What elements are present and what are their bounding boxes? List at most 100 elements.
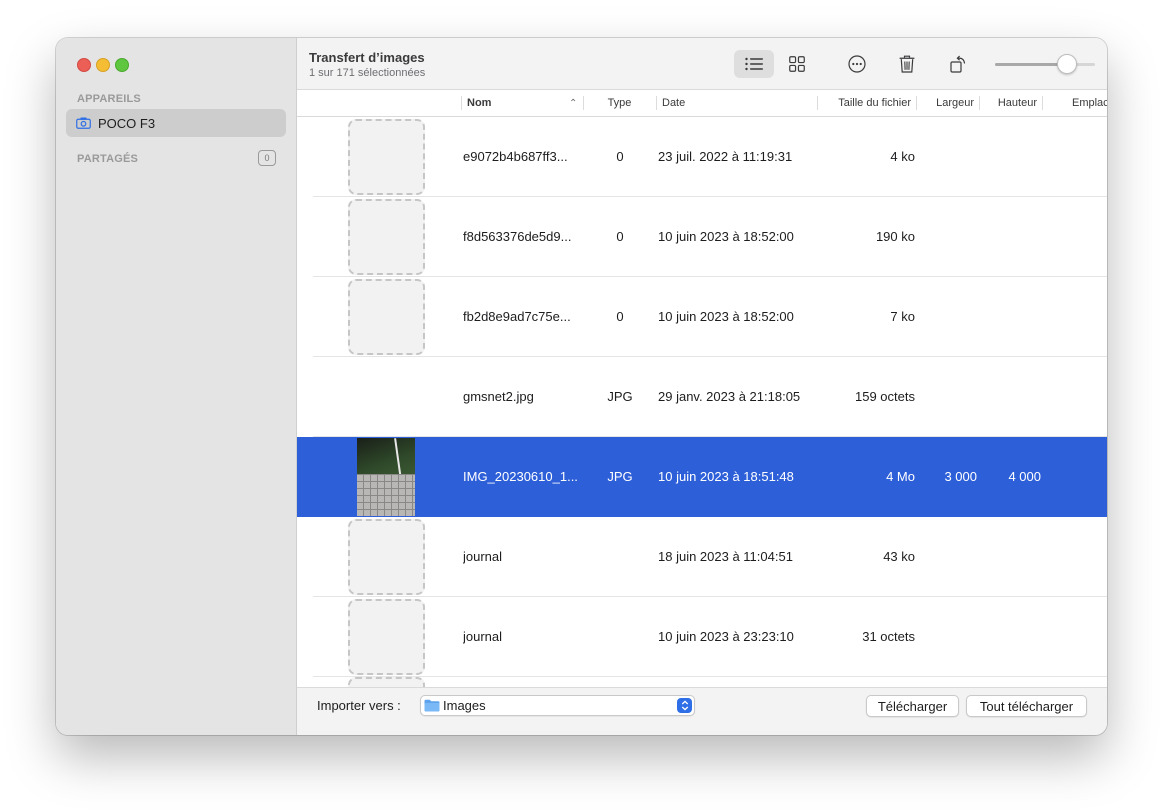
delete-button[interactable] <box>887 50 927 78</box>
image-width <box>919 197 977 277</box>
zoom-window-button[interactable] <box>115 58 129 72</box>
file-type: 0 <box>616 309 624 324</box>
column-header-name[interactable]: Nom ⌃ <box>461 90 583 116</box>
image-height <box>981 357 1041 437</box>
column-header-location[interactable]: Emplac <box>1042 90 1107 116</box>
sidebar-item-device[interactable]: POCO F3 <box>66 109 286 137</box>
list-view-icon <box>745 57 763 71</box>
file-size: 159 octets <box>855 389 915 404</box>
table-row[interactable]: fb2d8e9ad7c75e... 0 10 juin 2023 à 18:52:0… <box>297 277 1107 357</box>
image-height <box>981 597 1041 677</box>
rotate-icon <box>950 55 966 73</box>
file-name: gmsnet2.jpg <box>463 389 534 404</box>
sidebar: APPAREILS POCO F3 PARTAGÉS 0 <box>56 38 297 735</box>
file-size: 43 ko <box>883 549 915 564</box>
image-width <box>919 597 977 677</box>
file-date: 10 juin 2023 à 18:52:00 <box>658 309 794 324</box>
file-date: 18 juin 2023 à 11:04:51 <box>658 549 793 564</box>
chevron-up-down-icon <box>677 698 692 713</box>
import-destination-select[interactable]: Images <box>420 695 695 716</box>
image-width <box>919 357 977 437</box>
devices-heading: APPAREILS <box>77 93 141 105</box>
file-date: 23 juil. 2022 à 11:19:31 <box>658 149 793 164</box>
file-size: 190 ko <box>875 229 915 244</box>
column-header-type[interactable]: Type <box>583 90 656 116</box>
thumbnail-size-slider[interactable] <box>995 54 1095 74</box>
phone-camera-icon <box>76 117 91 129</box>
file-name: journal <box>463 549 503 564</box>
device-name-label: POCO F3 <box>98 115 156 131</box>
grid-view-button[interactable] <box>777 50 817 78</box>
table-row[interactable]: gmsnet2.jpg JPG 29 janv. 2023 à 21:18:05 15… <box>297 357 1107 437</box>
window-title: Transfert d’images <box>309 50 425 65</box>
import-destination-label: Importer vers : <box>317 698 401 713</box>
file-date: 10 juin 2023 à 18:51:48 <box>658 469 794 484</box>
trash-icon <box>899 55 915 73</box>
image-height: 4 000 <box>1008 469 1041 484</box>
more-options-button[interactable] <box>837 50 877 78</box>
file-name: journal <box>463 629 503 644</box>
close-window-button[interactable] <box>77 58 91 72</box>
download-button[interactable]: Télécharger <box>866 695 959 717</box>
file-size: 4 Mo <box>886 469 915 484</box>
shared-heading: PARTAGÉS <box>77 153 139 165</box>
image-width <box>919 117 977 197</box>
file-date: 10 juin 2023 à 23:23:10 <box>658 629 794 644</box>
selection-count: 1 sur 171 sélectionnées <box>309 67 426 79</box>
image-height <box>981 277 1041 357</box>
sort-ascending-icon: ⌃ <box>569 98 578 109</box>
file-date: 10 juin 2023 à 18:52:00 <box>658 229 794 244</box>
file-size: 4 ko <box>890 149 915 164</box>
image-height <box>981 197 1041 277</box>
table-row[interactable]: f8d563376de5d9... 0 10 juin 2023 à 18:52:0… <box>297 197 1107 277</box>
file-type <box>587 597 653 677</box>
file-type: 0 <box>616 229 624 244</box>
file-type: JPG <box>607 469 633 484</box>
file-name: f8d563376de5d9... <box>463 229 572 244</box>
column-header-width[interactable]: Largeur <box>916 90 979 116</box>
thumbnail-placeholder <box>348 677 425 687</box>
column-header-size[interactable]: Taille du fichier <box>817 90 916 116</box>
main-content: Transfert d’images 1 sur 171 sélectionné… <box>297 38 1107 735</box>
image-capture-window: APPAREILS POCO F3 PARTAGÉS 0 Transfert d… <box>56 38 1107 735</box>
more-options-icon <box>848 55 866 73</box>
image-height <box>981 117 1041 197</box>
image-height <box>981 517 1041 597</box>
table-row[interactable]: IMG_20230610_1... JPG 10 juin 2023 à 18:51… <box>297 437 1107 517</box>
import-bar: Importer vers : Images Télécharger Tout … <box>297 687 1107 735</box>
file-type: JPG <box>607 389 633 404</box>
file-size: 31 octets <box>862 629 915 644</box>
file-type <box>587 517 653 597</box>
thumbnail-placeholder <box>348 519 425 595</box>
file-type: 0 <box>616 149 624 164</box>
table-row[interactable]: journal 18 juin 2023 à 11:04:51 43 ko <box>297 517 1107 597</box>
table-row[interactable]: journal 10 juin 2023 à 23:23:10 31 octets <box>297 597 1107 677</box>
table-row[interactable] <box>297 677 1107 687</box>
minimize-window-button[interactable] <box>96 58 110 72</box>
column-header-date[interactable]: Date <box>656 90 817 116</box>
file-table: Nom ⌃ Type Date Taille du fichier Largeu… <box>297 90 1107 687</box>
image-width <box>919 277 977 357</box>
file-name: e9072b4b687ff3... <box>463 149 568 164</box>
shared-count-badge: 0 <box>258 150 276 166</box>
thumbnail-placeholder <box>348 279 425 355</box>
slider-knob[interactable] <box>1057 54 1078 74</box>
thumbnail-placeholder <box>348 119 425 195</box>
folder-icon <box>424 699 440 712</box>
thumbnail-placeholder <box>348 599 425 675</box>
file-size: 7 ko <box>890 309 915 324</box>
destination-value: Images <box>443 698 486 713</box>
rotate-button[interactable] <box>939 50 979 78</box>
image-width <box>919 517 977 597</box>
list-view-button[interactable] <box>734 50 774 78</box>
table-row[interactable]: e9072b4b687ff3... 0 23 juil. 2022 à 11:19:… <box>297 117 1107 197</box>
thumbnail-placeholder <box>348 199 425 275</box>
download-all-button[interactable]: Tout télécharger <box>966 695 1087 717</box>
file-name: fb2d8e9ad7c75e... <box>463 309 571 324</box>
table-header: Nom ⌃ Type Date Taille du fichier Largeu… <box>297 90 1107 117</box>
photo-thumbnail <box>357 438 415 516</box>
file-date: 29 janv. 2023 à 21:18:05 <box>658 389 801 404</box>
toolbar: Transfert d’images 1 sur 171 sélectionné… <box>297 38 1107 90</box>
column-header-height[interactable]: Hauteur <box>979 90 1042 116</box>
grid-view-icon <box>789 56 805 72</box>
